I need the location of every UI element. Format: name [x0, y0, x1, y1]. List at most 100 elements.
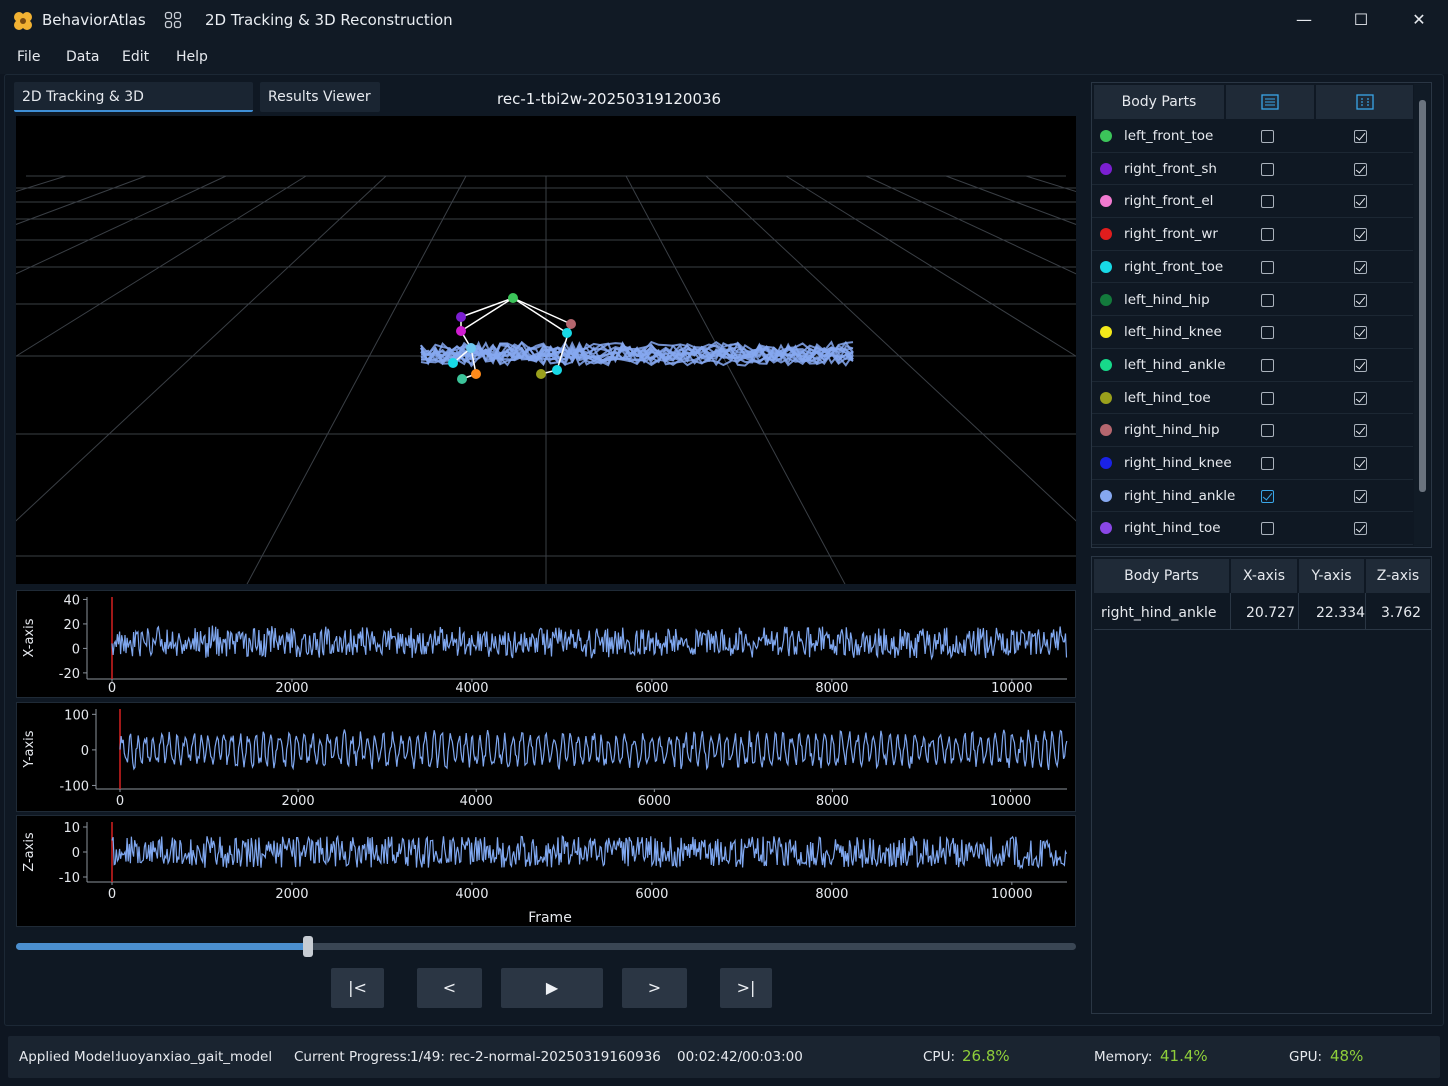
body-part-name: right_front_wr [1124, 226, 1218, 243]
first-frame-button[interactable]: |< [331, 968, 384, 1008]
body-part-trace-checkbox[interactable] [1354, 391, 1367, 405]
body-part-trace-checkbox[interactable] [1354, 228, 1367, 242]
body-part-show-checkbox[interactable] [1261, 457, 1274, 470]
tab-2d-tracking[interactable]: 2D Tracking & 3D Reconstruction [14, 82, 253, 135]
gpu-value: 48% [1330, 1047, 1364, 1065]
body-part-row[interactable]: right_hind_ankle [1092, 480, 1413, 513]
body-part-trace-checkbox[interactable] [1354, 522, 1367, 536]
y-tick-label: 10 [63, 821, 80, 836]
list-icon[interactable] [1261, 94, 1279, 110]
body-part-row[interactable]: right_hind_hip [1092, 414, 1413, 447]
body-part-show-checkbox[interactable] [1261, 260, 1274, 274]
body-parts-scrollbar-thumb[interactable] [1419, 100, 1426, 492]
grid-line [16, 175, 147, 225]
body-part-show-checkbox[interactable] [1261, 424, 1274, 438]
body-part-row[interactable]: left_hind_hip [1092, 284, 1413, 317]
3d-reconstruction-view[interactable] [16, 116, 1076, 584]
body-part-row[interactable]: right_hind_toe [1092, 512, 1413, 546]
skeleton-joint [536, 369, 546, 379]
body-part-show-checkbox[interactable] [1261, 358, 1274, 372]
body-part-trace-checkbox[interactable] [1354, 162, 1367, 176]
body-part-row[interactable]: left_hind_knee [1092, 316, 1413, 349]
body-part-color-dot [1100, 326, 1112, 339]
body-part-row[interactable]: left_hind_toe [1092, 382, 1413, 415]
menu-help[interactable]: Help [176, 49, 208, 65]
body-part-show-checkbox[interactable] [1261, 228, 1274, 242]
minimize-button[interactable]: — [1284, 6, 1324, 34]
3d-scene-canvas[interactable] [16, 116, 1076, 584]
body-part-row[interactable]: left_hind_ankle [1092, 349, 1413, 382]
body-part-show-checkbox[interactable] [1261, 130, 1274, 143]
body-part-row[interactable]: right_front_wr [1092, 218, 1413, 251]
gpu-label: GPU: [1289, 1049, 1323, 1065]
grid-icon[interactable] [1355, 94, 1374, 110]
menu-bar [0, 40, 1448, 74]
app-name: BehaviorAtlas [42, 11, 146, 29]
body-part-trace-checkbox[interactable] [1354, 424, 1367, 438]
last-frame-button[interactable]: >| [720, 968, 772, 1008]
y-tick-label: 0 [72, 642, 80, 657]
x-tick-label: 2000 [275, 681, 308, 696]
body-part-trace-checkbox[interactable] [1354, 260, 1367, 274]
body-part-row[interactable]: right_front_sh [1092, 153, 1413, 186]
body-parts-header[interactable]: Body Parts [1094, 85, 1225, 119]
x-axis-plot[interactable]: 40 20 0 -20 0 2000 4000 6000 8000 10000 X-axis [16, 590, 1076, 698]
skeleton-joint [566, 319, 576, 329]
layout-toggle-icon[interactable] [164, 11, 182, 29]
body-part-name: right_front_toe [1124, 258, 1224, 275]
y-tick-label: 20 [63, 618, 80, 633]
body-part-show-checkbox[interactable] [1261, 195, 1274, 209]
body-part-trace-checkbox[interactable] [1354, 326, 1367, 340]
close-button[interactable]: ✕ [1399, 6, 1439, 34]
body-part-name: right_front_sh [1124, 160, 1217, 177]
body-part-trace-checkbox[interactable] [1354, 358, 1367, 372]
body-part-show-checkbox[interactable] [1261, 293, 1274, 307]
body-part-show-checkbox[interactable] [1261, 326, 1274, 340]
body-part-name: left_hind_toe [1124, 389, 1211, 406]
applied-model-value: luoyanxiao_gait_model [117, 1049, 273, 1065]
timeline-slider-handle[interactable] [302, 936, 313, 957]
body-part-row[interactable]: right_hind_knee [1092, 447, 1413, 480]
grid-line [625, 175, 846, 584]
body-part-row[interactable]: left_front_toe [1092, 120, 1413, 153]
grid-line [16, 175, 307, 357]
menu-file[interactable]: File [17, 49, 40, 65]
maximize-button[interactable]: ☐ [1341, 6, 1381, 34]
body-part-row[interactable]: right_front_toe [1092, 251, 1413, 284]
body-part-row[interactable]: right_front_el [1092, 185, 1413, 219]
previous-frame-button[interactable]: < [417, 968, 482, 1008]
next-frame-button[interactable]: > [622, 968, 687, 1008]
body-part-trace-checkbox[interactable] [1354, 489, 1367, 503]
body-part-show-checkbox[interactable] [1261, 162, 1274, 176]
body-part-trace-checkbox[interactable] [1354, 195, 1367, 209]
skeleton-joint [456, 312, 466, 322]
visibility-column-header[interactable] [1226, 85, 1315, 119]
body-part-show-checkbox[interactable] [1261, 522, 1274, 536]
body-part-color-dot [1100, 195, 1112, 208]
series-line [111, 625, 1068, 661]
trace-column-header[interactable] [1316, 85, 1414, 119]
memory-value: 41.4% [1160, 1047, 1208, 1065]
menu-data[interactable]: Data [66, 49, 99, 65]
z-axis-plot[interactable]: 10 0 -10 0 2000 4000 6000 8000 10000 Z-axis Frame [16, 815, 1076, 927]
body-part-show-checkbox[interactable] [1261, 391, 1274, 405]
body-part-trace-checkbox[interactable] [1354, 293, 1367, 307]
body-part-show-checkbox[interactable] [1261, 489, 1274, 503]
play-button[interactable]: ▶ [501, 968, 603, 1008]
body-part-name: left_hind_knee [1124, 324, 1222, 341]
body-part-trace-checkbox[interactable] [1354, 457, 1367, 470]
body-part-color-dot [1100, 489, 1112, 502]
coords-header-z: Z-axis [1366, 559, 1431, 593]
skeleton-overlay [448, 293, 576, 384]
recording-title: rec-1-tbi2w-20250319120036 [497, 90, 722, 108]
x-tick-label: 10000 [990, 794, 1031, 809]
y-axis-plot[interactable]: 100 0 -100 0 2000 4000 6000 8000 10000 Y-axis [16, 702, 1076, 812]
body-part-name: right_hind_hip [1124, 422, 1220, 439]
menu-edit[interactable]: Edit [122, 49, 149, 65]
body-part-trace-checkbox[interactable] [1354, 130, 1367, 143]
grid-line [16, 175, 67, 193]
x-tick-label: 4000 [460, 794, 493, 809]
body-part-color-dot [1100, 457, 1112, 469]
tab-results-viewer[interactable]: Results Viewer [260, 82, 380, 112]
skeleton-bone [512, 297, 568, 334]
